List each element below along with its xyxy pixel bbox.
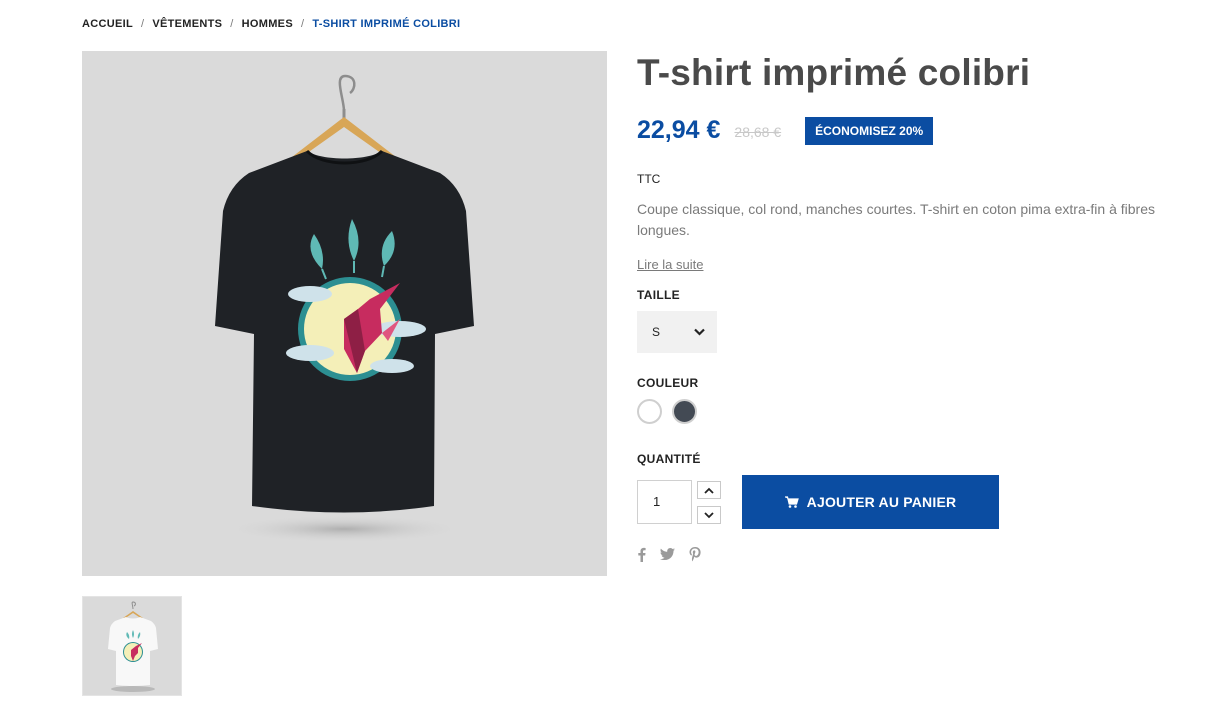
quantity-label: QUANTITÉ <box>637 452 701 466</box>
regular-price: 28,68 € <box>734 124 782 140</box>
twitter-share-link[interactable] <box>660 546 675 562</box>
product-title: T-shirt imprimé colibri <box>637 52 1031 93</box>
tshirt-image <box>215 74 474 543</box>
breadcrumb-separator: / <box>300 18 305 30</box>
price-row: 22,94 € 28,68 € ÉCONOMISEZ 20% <box>637 115 934 145</box>
breadcrumb-home-link[interactable]: ACCUEIL <box>82 18 133 30</box>
size-label: TAILLE <box>637 288 680 302</box>
color-swatch-white[interactable] <box>637 399 662 424</box>
facebook-share-link[interactable] <box>637 546 646 562</box>
product-thumbnail[interactable] <box>82 596 182 696</box>
pinterest-icon <box>689 546 701 561</box>
add-to-cart-label: AJOUTER AU PANIER <box>806 494 957 510</box>
current-price: 22,94 € <box>637 115 721 144</box>
tax-label: TTC <box>637 172 661 186</box>
product-main-image[interactable] <box>82 51 607 576</box>
product-description: Coupe classique, col rond, manches court… <box>637 201 1155 238</box>
breadcrumb-clothing-link[interactable]: VÊTEMENTS <box>152 18 222 30</box>
breadcrumb-men-link[interactable]: HOMMES <box>242 18 293 30</box>
quantity-increase-button[interactable] <box>697 481 721 499</box>
tshirt-thumbnail-image <box>108 601 158 692</box>
twitter-icon <box>660 548 675 560</box>
facebook-icon <box>638 547 646 562</box>
chevron-down-icon <box>704 511 714 518</box>
breadcrumb-separator: / <box>230 18 234 30</box>
pinterest-share-link[interactable] <box>689 546 701 562</box>
chevron-up-icon <box>704 487 714 494</box>
shopping-cart-icon <box>784 496 799 508</box>
quantity-input[interactable]: 1 <box>637 480 692 524</box>
breadcrumb-current: T-SHIRT IMPRIMÉ COLIBRI <box>312 18 461 30</box>
color-label: COULEUR <box>637 376 699 390</box>
color-swatch-dark-grey[interactable] <box>672 399 697 424</box>
breadcrumb: ACCUEIL / VÊTEMENTS / HOMMES / T-SHIRT I… <box>82 18 460 30</box>
read-more-link[interactable]: Lire la suite <box>637 257 703 272</box>
breadcrumb-separator: / <box>141 18 145 30</box>
quantity-decrease-button[interactable] <box>697 506 721 524</box>
size-selected-value: S <box>652 325 661 339</box>
chevron-down-icon <box>694 328 705 336</box>
size-select[interactable]: S <box>637 311 717 353</box>
discount-badge: ÉCONOMISEZ 20% <box>805 117 934 145</box>
add-to-cart-button[interactable]: AJOUTER AU PANIER <box>742 475 999 529</box>
